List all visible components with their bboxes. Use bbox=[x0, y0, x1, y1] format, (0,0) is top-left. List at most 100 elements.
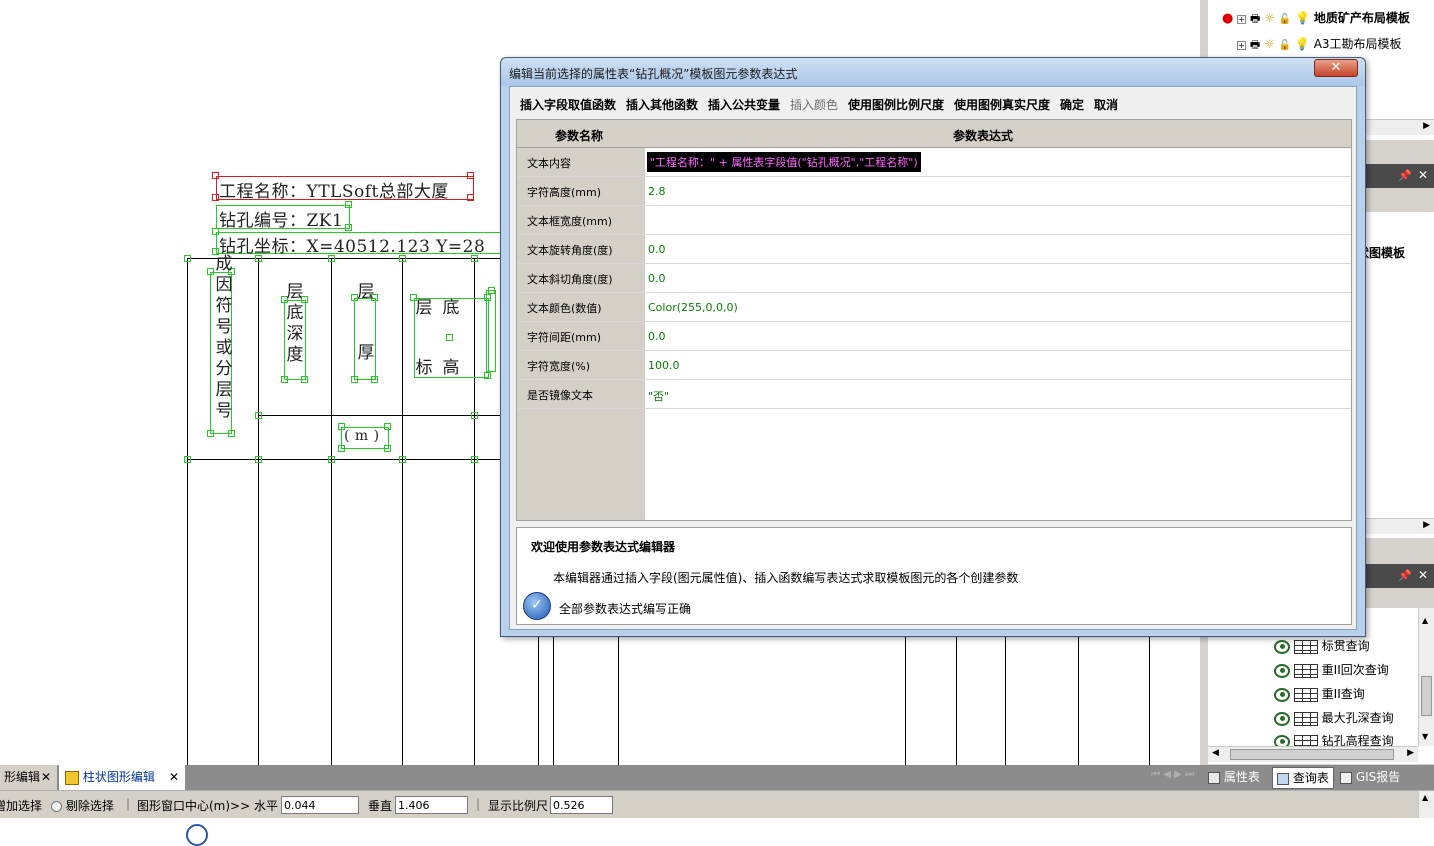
menu-use-legend-scale[interactable]: 使用图例比例尺度 bbox=[848, 96, 944, 113]
grid-handle[interactable] bbox=[255, 255, 262, 262]
menu-insert-other-function[interactable]: 插入其他函数 bbox=[626, 96, 698, 113]
param-expression[interactable]: "否" bbox=[648, 388, 669, 404]
scroll-right-icon[interactable]: ▶ bbox=[1423, 121, 1430, 131]
nav-arrows-icon[interactable]: ⏮ ◀ ▶ ⏭ bbox=[1151, 769, 1194, 780]
param-expression[interactable]: 0.0 bbox=[648, 272, 666, 285]
menu-ok[interactable]: 确定 bbox=[1060, 96, 1084, 113]
param-expression[interactable]: 0.0 bbox=[648, 330, 666, 343]
close-icon[interactable]: ✕ bbox=[41, 765, 51, 789]
table-row[interactable]: 文本旋转角度(度) 0.0 bbox=[517, 235, 1351, 264]
selection-handle[interactable] bbox=[228, 430, 235, 437]
selection-handle[interactable] bbox=[371, 376, 378, 383]
selection-handle[interactable] bbox=[446, 334, 453, 341]
tree-item[interactable]: + 🖶 ☼ 🔓 💡 A3工勘布局模板 bbox=[1237, 35, 1402, 59]
dialog-title-bar[interactable]: 编辑当前选择的属性表“钻孔概况”模板图元参数表达式 ✕ bbox=[501, 58, 1365, 86]
selection-handle[interactable] bbox=[384, 445, 391, 452]
project-name-text[interactable]: 工程名称：YTLSoft总部大厦 bbox=[219, 177, 449, 202]
selection-handle[interactable] bbox=[212, 228, 219, 235]
query-item[interactable]: 重II查询 bbox=[1274, 685, 1365, 709]
scroll-left-icon[interactable]: ◀ bbox=[1212, 748, 1219, 758]
selection-handle[interactable] bbox=[484, 372, 491, 379]
vertical-scrollbar[interactable]: ▲ bbox=[1418, 791, 1434, 819]
selection-handle[interactable] bbox=[281, 376, 288, 383]
column-header-text[interactable]: 高 bbox=[441, 358, 461, 379]
horizontal-input[interactable] bbox=[281, 796, 359, 814]
table-row[interactable]: 字符高度(mm) 2.8 bbox=[517, 177, 1351, 206]
query-item[interactable]: 钻孔高程查询 bbox=[1274, 732, 1394, 746]
selection-handle[interactable] bbox=[384, 423, 391, 430]
tab-query[interactable]: 查询表 bbox=[1272, 767, 1334, 789]
scroll-thumb[interactable] bbox=[1230, 749, 1394, 760]
menu-insert-public-variable[interactable]: 插入公共变量 bbox=[708, 96, 780, 113]
table-row[interactable]: 字符间距(mm) 0.0 bbox=[517, 322, 1351, 351]
doc-tab-active[interactable]: 柱状图形编辑 ✕ bbox=[59, 765, 185, 790]
grid-handle[interactable] bbox=[255, 412, 262, 419]
param-expression[interactable]: 0.0 bbox=[648, 243, 666, 256]
selection-handle[interactable] bbox=[351, 376, 358, 383]
unit-text[interactable]: ( m ) bbox=[344, 428, 380, 444]
menu-insert-color[interactable]: 插入颜色 bbox=[790, 96, 838, 113]
table-row[interactable]: 是否镜像文本 "否" bbox=[517, 380, 1351, 409]
table-row[interactable]: 字符宽度(%) 100.0 bbox=[517, 351, 1351, 380]
column-header-text[interactable]: 层底深度 bbox=[285, 282, 305, 366]
table-row[interactable]: 文本框宽度(mm) bbox=[517, 206, 1351, 235]
menu-use-legend-true-scale[interactable]: 使用图例真实尺度 bbox=[954, 96, 1050, 113]
close-icon[interactable]: ✕ bbox=[1418, 568, 1428, 582]
radio-icon[interactable] bbox=[51, 801, 62, 812]
selection-handle[interactable] bbox=[207, 430, 214, 437]
column-header-text[interactable]: 成因符号或分层号 bbox=[213, 254, 235, 422]
scroll-right-icon[interactable]: ▶ bbox=[1423, 520, 1430, 530]
grid-handle[interactable] bbox=[328, 255, 335, 262]
grid-handle[interactable] bbox=[471, 255, 478, 262]
hole-no-text[interactable]: 钻孔编号：ZK1 bbox=[219, 206, 343, 231]
table-row[interactable]: 文本内容 "工程名称：" + 属性表字段值("钻孔概况","工程名称") bbox=[517, 148, 1351, 177]
column-header-text[interactable]: 厚 bbox=[356, 343, 376, 364]
pin-icon[interactable]: 📌 bbox=[1398, 569, 1412, 582]
query-item[interactable]: 重II回次查询 bbox=[1274, 661, 1389, 685]
doc-tab[interactable]: 形编辑 ✕ bbox=[0, 765, 57, 790]
hole-coord-text[interactable]: 钻孔坐标：X=40512.123 Y=28 bbox=[219, 232, 485, 257]
expand-icon[interactable]: + bbox=[1237, 41, 1246, 50]
expand-icon[interactable]: + bbox=[1237, 15, 1247, 24]
text-box[interactable] bbox=[354, 298, 376, 380]
selection-handle[interactable] bbox=[338, 445, 345, 452]
scroll-right-icon[interactable]: ▶ bbox=[1407, 748, 1414, 758]
selection-handle[interactable] bbox=[301, 376, 308, 383]
grid-handle[interactable] bbox=[184, 255, 191, 262]
grid-handle[interactable] bbox=[471, 456, 478, 463]
dialog-close-button[interactable]: ✕ bbox=[1314, 59, 1358, 77]
scale-input[interactable] bbox=[550, 796, 613, 814]
param-expression[interactable]: 2.8 bbox=[648, 185, 666, 198]
remove-select-radio[interactable]: 剔除选择 bbox=[51, 797, 114, 814]
tab-gis-report[interactable]: GIS报告 bbox=[1340, 767, 1400, 789]
tree-item[interactable]: ● + 🖶 ☼ 🔓 💡 地质矿产布局模板 bbox=[1222, 9, 1410, 33]
column-header-text[interactable]: 层 bbox=[414, 298, 434, 319]
grid-handle[interactable] bbox=[399, 456, 406, 463]
vertical-input[interactable] bbox=[395, 796, 468, 814]
param-expression[interactable]: Color(255,0,0,0) bbox=[648, 301, 738, 314]
grid-handle[interactable] bbox=[328, 456, 335, 463]
tab-properties[interactable]: 属性表 bbox=[1208, 767, 1260, 789]
scroll-up-icon[interactable]: ▲ bbox=[1422, 616, 1428, 625]
text-box[interactable] bbox=[486, 290, 496, 372]
scroll-thumb[interactable] bbox=[1421, 676, 1432, 716]
column-header-text[interactable]: 底 bbox=[441, 298, 461, 319]
vertical-scrollbar[interactable]: ▲ ▼ bbox=[1418, 608, 1434, 746]
grid-handle[interactable] bbox=[399, 255, 406, 262]
menu-cancel[interactable]: 取消 bbox=[1094, 96, 1118, 113]
table-row[interactable]: 文本斜切角度(度) 0.0 bbox=[517, 264, 1351, 293]
horizontal-scrollbar[interactable]: ◀ ▶ bbox=[1208, 746, 1418, 762]
selection-handle[interactable] bbox=[212, 172, 219, 179]
selection-handle[interactable] bbox=[467, 172, 474, 179]
scroll-down-icon[interactable]: ▼ bbox=[1422, 732, 1428, 741]
add-select-radio[interactable]: 增加选择 bbox=[0, 797, 42, 814]
selection-handle[interactable] bbox=[467, 194, 474, 201]
menu-insert-field-function[interactable]: 插入字段取值函数 bbox=[520, 96, 616, 113]
grid-handle[interactable] bbox=[184, 456, 191, 463]
query-item[interactable]: 标贯查询 bbox=[1274, 637, 1370, 661]
grid-handle[interactable] bbox=[471, 412, 478, 419]
param-expression-selected[interactable]: "工程名称：" + 属性表字段值("钻孔概况","工程名称") bbox=[647, 152, 921, 172]
column-header-text[interactable]: 层 bbox=[356, 282, 376, 303]
column-header-text[interactable]: 标 bbox=[414, 358, 434, 379]
selection-handle[interactable] bbox=[212, 194, 219, 201]
